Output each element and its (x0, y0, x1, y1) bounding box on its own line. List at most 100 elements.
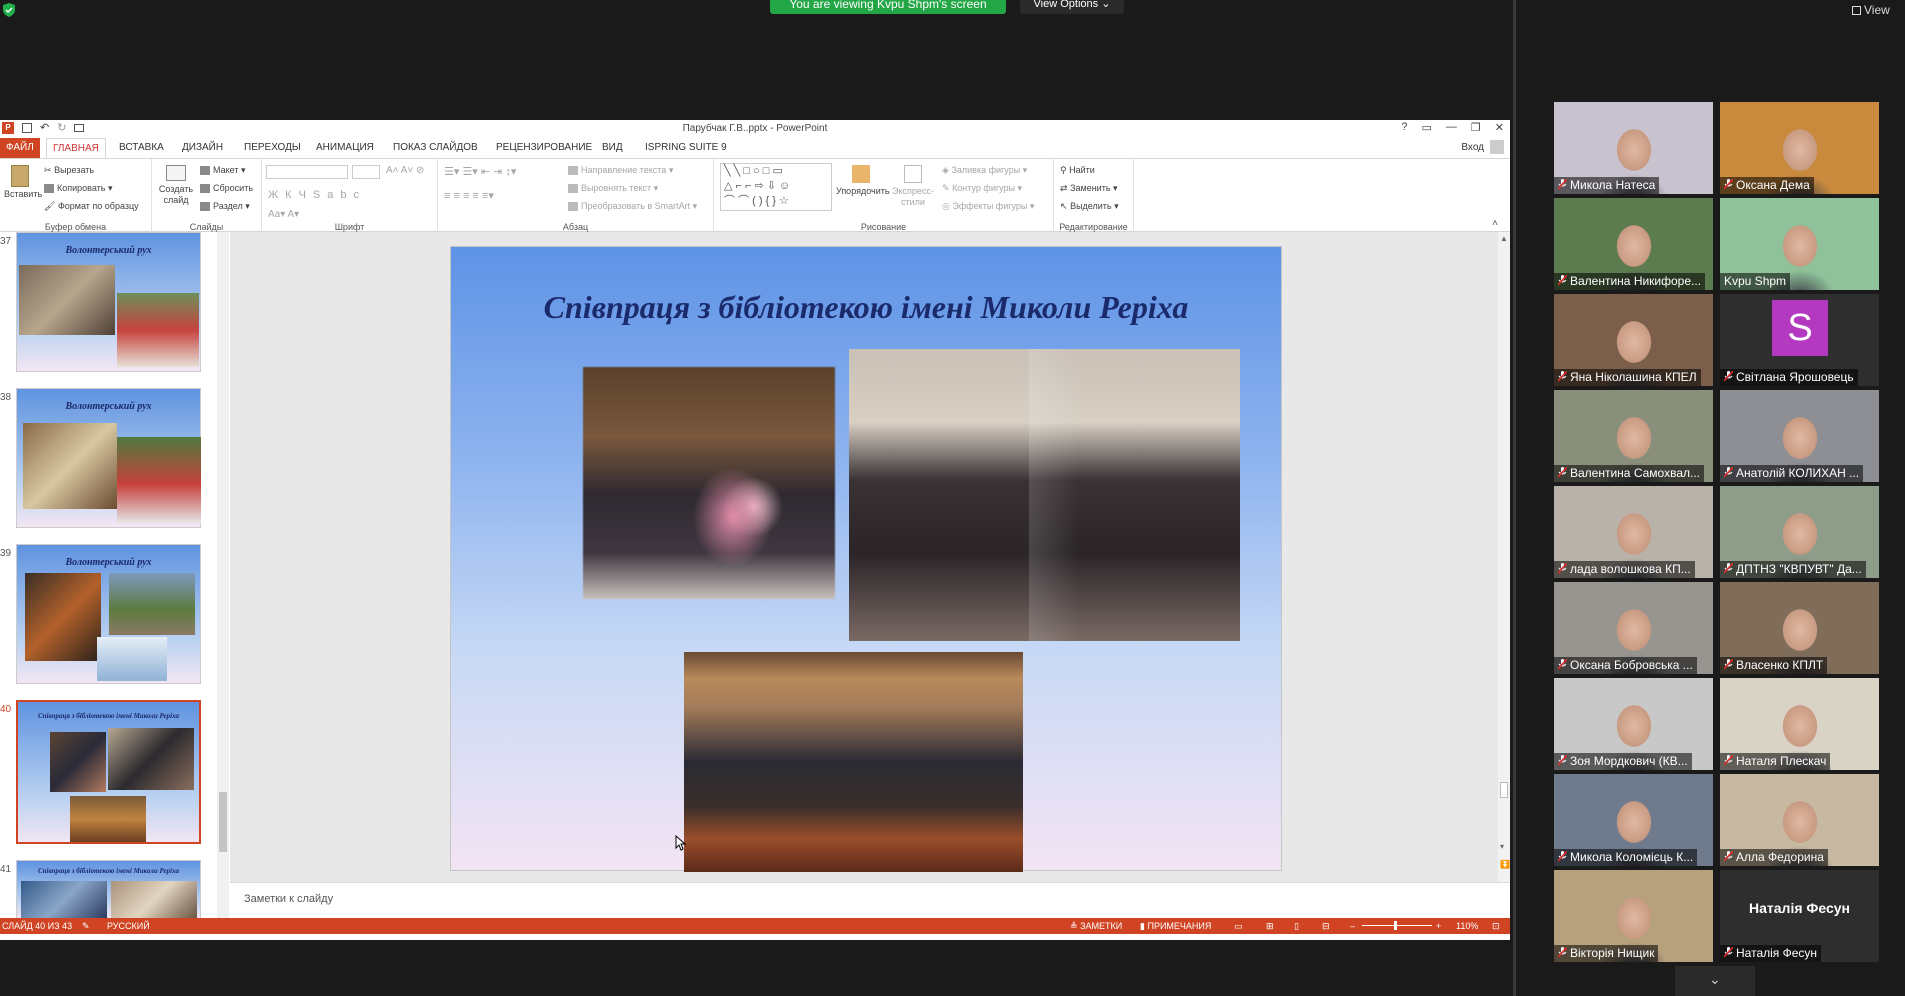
participant-tile[interactable]: ДПТНЗ "КВПУВТ" Да... (1720, 486, 1879, 578)
quick-styles-button[interactable]: Экспресс-стили (890, 165, 936, 208)
slide-thumbnail-37[interactable]: Волонтерський рух (16, 232, 201, 372)
next-slide-icon[interactable]: ⏬ (1500, 860, 1510, 869)
font-size-input[interactable] (352, 165, 380, 179)
copy-button[interactable]: Копировать ▾ (44, 183, 113, 194)
editor-scrollbar[interactable]: ▲ ▾ ⏬ (1498, 232, 1510, 882)
participant-tile[interactable]: Алла Федорина (1720, 774, 1879, 866)
notes-pane[interactable]: Заметки к слайду (230, 882, 1510, 918)
align-buttons[interactable]: ≡ ≡ ≡ ≡ ≡▾ (444, 189, 494, 202)
ribbon-display-icon[interactable]: ▭ (1422, 121, 1432, 134)
shape-outline-button[interactable]: ✎ Контур фигуры ▾ (942, 183, 1022, 194)
restore-icon[interactable]: ❐ (1471, 121, 1481, 134)
new-slide-button[interactable]: Создать слайд (156, 165, 196, 206)
slide-thumbnail-40[interactable]: Співпраця з бібліотекою імені Миколи Рер… (16, 700, 201, 844)
spellcheck-icon[interactable]: ✎ (82, 921, 90, 932)
participant-tile[interactable]: Наталія Фесун Наталія Фесун (1720, 870, 1879, 962)
slide-thumbnail-39[interactable]: Волонтерський рух (16, 544, 201, 684)
tab-review[interactable]: РЕЦЕНЗИРОВАНИЕ (496, 142, 592, 153)
tab-insert[interactable]: ВСТАВКА (119, 142, 164, 153)
tab-design[interactable]: ДИЗАЙН (182, 142, 223, 153)
prev-slide-icon[interactable]: ▾ (1500, 842, 1504, 851)
participant-tile[interactable]: Зоя Мордкович (КВ... (1554, 678, 1713, 770)
tab-file[interactable]: ФАЙЛ (0, 138, 40, 158)
shape-effects-button[interactable]: ◎ Эффекты фигуры ▾ (942, 201, 1034, 212)
replace-button[interactable]: ⇄ Заменить ▾ (1060, 183, 1118, 194)
signin-link[interactable]: Вход (1461, 142, 1484, 153)
cut-button[interactable]: ✂ Вырезать (44, 165, 94, 176)
paste-button[interactable]: Вставить (4, 165, 42, 199)
tab-ispring[interactable]: ISPRING SUITE 9 (645, 142, 727, 153)
participant-tile[interactable]: Валентина Самохвал... (1554, 390, 1713, 482)
slide-photo-group-left[interactable] (583, 367, 835, 599)
notes-toggle[interactable]: ≜ ЗАМЕТКИ (1070, 921, 1122, 932)
section-button[interactable]: Раздел ▾ (200, 201, 250, 212)
shape-fill-button[interactable]: ◈ Заливка фигуры ▾ (942, 165, 1027, 176)
participant-tile[interactable]: Наталя Плескач (1720, 678, 1879, 770)
gallery-next-page-button[interactable]: ⌄ (1675, 966, 1755, 996)
participant-tile[interactable]: Валентина Никифоре... (1554, 198, 1713, 290)
tab-transitions[interactable]: ПЕРЕХОДЫ (244, 142, 301, 153)
participant-tile[interactable]: лада волошкова КП... (1554, 486, 1713, 578)
reading-view-icon[interactable]: ▯ (1294, 921, 1299, 932)
participant-tile[interactable]: Микола Коломієць К... (1554, 774, 1713, 866)
slide-photo-group-center[interactable] (849, 349, 1240, 641)
comments-toggle[interactable]: ▮ ПРИМЕЧАНИЯ (1140, 921, 1211, 932)
participant-tile[interactable]: Власенко КПЛТ (1720, 582, 1879, 674)
reset-button[interactable]: Сбросить (200, 183, 253, 194)
tab-animations[interactable]: АНИМАЦИЯ (316, 142, 374, 153)
shapes-gallery[interactable]: ╲ ╲ □ ○ □ ▭ △ ⌐ ⌐ ⇨ ⇩ ☺ ⌒ ⌒ ( ) { } ☆ (720, 163, 832, 211)
language-indicator[interactable]: РУССКИЙ (107, 921, 150, 931)
participant-tile[interactable]: S Світлана Ярошовець (1720, 294, 1879, 386)
layout-button[interactable]: Макет ▾ (200, 165, 246, 176)
tab-home[interactable]: ГЛАВНАЯ (46, 138, 106, 158)
mouse-cursor-icon (675, 835, 687, 851)
text-direction-button[interactable]: Направление текста ▾ (568, 165, 673, 176)
scroll-up-icon[interactable]: ▲ (1500, 234, 1508, 243)
zoom-slider[interactable] (1362, 925, 1432, 926)
list-buttons[interactable]: ☰▾ ☰▾ ⇤ ⇥ ↕▾ (444, 165, 516, 178)
zoom-in-icon[interactable]: + (1436, 921, 1441, 931)
participant-tile[interactable]: Kvpu Shpm (1720, 198, 1879, 290)
help-icon[interactable]: ? (1401, 121, 1407, 134)
select-button[interactable]: ↖ Выделить ▾ (1060, 201, 1119, 212)
participant-tile[interactable]: Анатолій КОЛИХАН ... (1720, 390, 1879, 482)
participant-tile[interactable]: Оксана Дема (1720, 102, 1879, 194)
font-name-input[interactable] (266, 165, 348, 179)
zoom-level[interactable]: 110% (1456, 921, 1478, 931)
gallery-divider[interactable] (1513, 0, 1516, 996)
participant-tile[interactable]: Оксана Бобровська ... (1554, 582, 1713, 674)
zoom-out-icon[interactable]: – (1350, 921, 1355, 931)
slideshow-view-icon[interactable]: ⊟ (1322, 921, 1330, 932)
tab-view[interactable]: ВИД (602, 142, 623, 153)
participant-tile[interactable]: Яна Ніколашина КПЕЛ (1554, 294, 1713, 386)
font-style-buttons[interactable]: ЖКЧSabc (268, 189, 366, 201)
zoom-slider-thumb[interactable] (1394, 921, 1397, 930)
font-color-buttons[interactable]: Aa▾ A▾ (268, 209, 299, 220)
collapse-ribbon-icon[interactable]: ˄ (1492, 218, 1498, 229)
grow-shrink-font[interactable]: A˄ A˅ ⊘ (386, 165, 424, 176)
scrollbar-thumb[interactable] (219, 792, 227, 852)
participant-tile[interactable]: Микола Натеса (1554, 102, 1713, 194)
minimize-icon[interactable]: — (1446, 121, 1457, 134)
tab-slideshow[interactable]: ПОКАЗ СЛАЙДОВ (393, 142, 478, 153)
align-text-button[interactable]: Выровнять текст ▾ (568, 183, 658, 194)
view-options-button[interactable]: View Options ⌄ (1020, 0, 1124, 14)
normal-view-icon[interactable]: ▭ (1234, 921, 1243, 932)
slide-thumbnail-38[interactable]: Волонтерський рух (16, 388, 201, 528)
account-icon[interactable] (1490, 140, 1504, 154)
slide-photo-group-bottom[interactable] (684, 652, 1023, 872)
find-button[interactable]: ⚲ Найти (1060, 165, 1095, 176)
slide-thumbnail-41[interactable]: Співпраця з бібліотекою імені Миколи Рер… (16, 860, 201, 919)
format-painter-button[interactable]: 🖌 Формат по образцу (44, 201, 139, 212)
smartart-button[interactable]: Преобразовать в SmartArt ▾ (568, 201, 697, 212)
slide-sorter-icon[interactable]: ⊞ (1266, 921, 1274, 932)
scrollbar-thumb[interactable] (1500, 782, 1508, 798)
arrange-button[interactable]: Упорядочить (836, 165, 890, 196)
view-button[interactable]: View (1852, 3, 1890, 17)
current-slide[interactable]: Співпраця з бібліотекою імені Миколи Рер… (451, 247, 1281, 872)
slide-title[interactable]: Співпраця з бібліотекою імені Миколи Рер… (451, 289, 1281, 326)
close-icon[interactable]: ✕ (1495, 121, 1504, 134)
participant-tile[interactable]: Вікторія Нищик (1554, 870, 1713, 962)
fit-slide-icon[interactable]: ⊡ (1492, 921, 1500, 932)
thumbnails-scrollbar[interactable] (217, 232, 229, 918)
